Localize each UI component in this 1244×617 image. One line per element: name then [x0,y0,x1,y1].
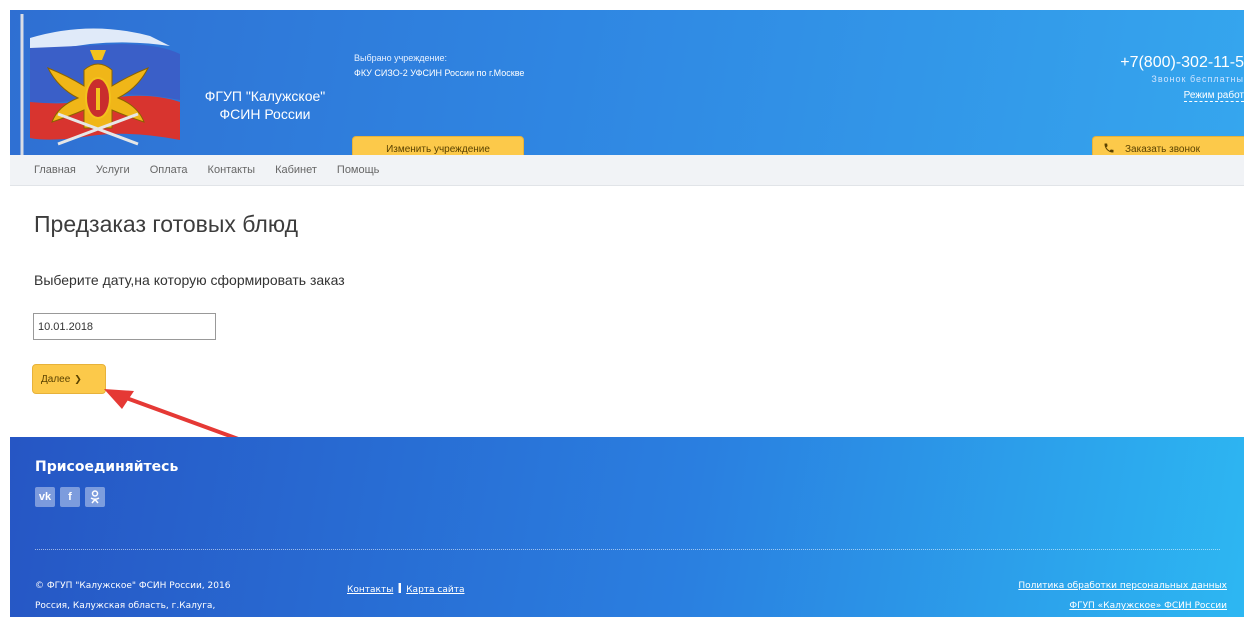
work-mode-link[interactable]: Режим работ [1183,90,1244,102]
brand-line-2: ФСИН России [219,106,311,122]
footer-links: Контакты I Карта сайта [347,582,464,597]
change-institution-button[interactable]: Изменить учреждение [352,136,524,155]
main-nav: Главная Услуги Оплата Контакты Кабинет П… [10,155,1244,186]
nav-item-services[interactable]: Услуги [96,164,130,176]
nav-item-contacts[interactable]: Контакты [208,164,256,176]
selected-institution-label: Выбрано учреждение: [354,53,447,63]
phone-number[interactable]: +7(800)-302-11-5 [1120,54,1244,72]
vk-icon[interactable]: vk [35,487,55,507]
next-button-label: Далее [41,373,71,385]
chevron-right-icon: ❯ [74,373,82,384]
footer-right-links: Политика обработки персональных данных Ф… [1018,576,1227,616]
footer-link-contacts[interactable]: Контакты [347,585,393,595]
phone-icon [1103,142,1115,156]
join-heading: Присоединяйтесь [35,459,179,475]
copyright: © ФГУП "Калужское" ФСИН России, 2016 Рос… [35,576,230,616]
link-separator: I [397,582,403,597]
brand-line-1: ФГУП "Калужское" [204,88,326,104]
org-link[interactable]: ФГУП «Калужское» ФСИН России [1069,601,1227,611]
site-footer: Присоединяйтесь vk f © ФГУП "Калужское" … [10,437,1244,617]
order-call-button[interactable]: Заказать звонок [1092,136,1244,155]
page-title: Предзаказ готовых блюд [34,211,299,237]
nav-item-payment[interactable]: Оплата [150,164,188,176]
nav-item-cabinet[interactable]: Кабинет [275,164,317,176]
odnoklassniki-icon[interactable] [85,487,105,507]
order-call-label: Заказать звонок [1125,143,1200,155]
nav-item-home[interactable]: Главная [34,164,76,176]
copyright-line-1: © ФГУП "Калужское" ФСИН России, 2016 [35,581,231,591]
selected-institution-value: ФКУ СИЗО-2 УФСИН России по г.Москве [354,68,525,78]
next-button[interactable]: Далее ❯ [32,364,106,394]
call-free-note: Звонок бесплатны [1151,74,1244,84]
date-field[interactable] [33,313,216,340]
site-header: ФГУП "Калужское" ФСИН России Выбрано учр… [10,10,1244,155]
footer-link-sitemap[interactable]: Карта сайта [406,585,464,595]
brand-name: ФГУП "Калужское" ФСИН России [185,87,345,123]
fsin-emblem-logo[interactable] [10,10,180,155]
nav-item-help[interactable]: Помощь [337,164,380,176]
date-prompt: Выберите дату,на которую сформировать за… [34,272,345,288]
facebook-icon[interactable]: f [60,487,80,507]
social-links: vk f [35,487,105,507]
footer-divider [35,549,1220,550]
copyright-line-2: Россия, Калужская область, г.Калуга, [35,601,216,611]
privacy-policy-link[interactable]: Политика обработки персональных данных [1018,581,1227,591]
